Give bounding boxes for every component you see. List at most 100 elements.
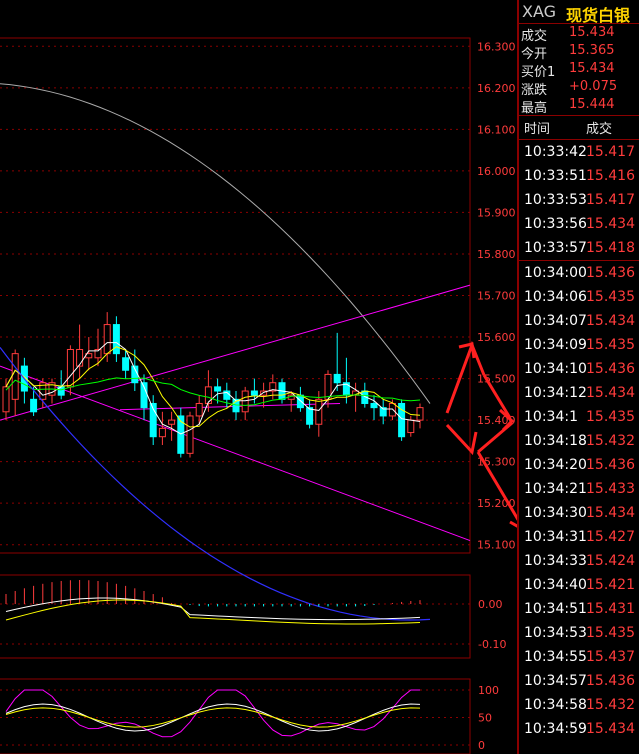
candle-body	[370, 402, 378, 409]
kline-chart[interactable]: 16.300 16.200 16.100 16.000 15.900 15.800 15.7…	[0, 0, 519, 754]
quote-label: 买价1	[521, 65, 556, 80]
tick-row[interactable]: 10:34:40 15.421	[519, 574, 639, 598]
header-divider	[519, 23, 639, 24]
tick-time: 10:34:55	[524, 649, 587, 665]
candle-body	[2, 386, 10, 413]
tick-time: 10:34:1	[524, 409, 578, 425]
quote-row: 涨跌 +0.075	[519, 79, 639, 98]
quote-label: 涨跌	[521, 83, 548, 98]
tick-row[interactable]: 10:34:58 15.432	[519, 694, 639, 718]
tick-row[interactable]: 10:34:51 15.431	[519, 598, 639, 622]
tick-price: 15.432	[586, 433, 635, 449]
tick-time: 10:33:51	[524, 168, 587, 184]
candle-body	[30, 398, 38, 413]
tick-price: 15.424	[586, 553, 635, 569]
tick-row[interactable]: 10:34:33 15.424	[519, 550, 639, 574]
quote-value: 15.434	[569, 61, 615, 76]
tick-price: 15.418	[586, 240, 635, 256]
tick-price: 15.416	[586, 168, 635, 184]
tick-row[interactable]: 10:34:59 15.434	[519, 718, 639, 742]
macd-dif-line	[5, 597, 421, 621]
osc-axis-label: 50	[478, 712, 492, 725]
tick-time: 10:34:30	[524, 505, 587, 521]
tick-time: 10:34:18	[524, 433, 587, 449]
tick-row[interactable]: 10:33:57 15.418	[519, 237, 639, 261]
candle-body	[168, 419, 176, 425]
candle-body	[103, 324, 111, 355]
tick-time: 10:34:40	[524, 577, 587, 593]
panel-divider	[517, 0, 519, 754]
tick-row[interactable]: 10:33:51 15.416	[519, 165, 639, 189]
tick-price: 15.435	[586, 337, 635, 353]
osc-d-line	[5, 707, 421, 728]
tick-row[interactable]: 10:34:31 15.427	[519, 526, 639, 550]
tick-price: 15.435	[586, 625, 635, 641]
tick-row[interactable]: 10:34:09 15.435	[519, 334, 639, 358]
price-axis-label: 16.000	[477, 165, 516, 178]
osc-axis-label: 100	[478, 684, 499, 697]
quote-value: +0.075	[569, 79, 618, 94]
tick-row[interactable]: 10:34:57 15.436	[519, 670, 639, 694]
candle-body	[241, 390, 249, 413]
tick-time: 10:34:00	[524, 265, 587, 281]
tick-row[interactable]: 10:34:18 15.432	[519, 430, 639, 454]
tick-price: 15.436	[586, 673, 635, 689]
quote-row: 成交 15.434	[519, 25, 639, 44]
tick-price: 15.436	[586, 457, 635, 473]
quote-value: 15.434	[569, 25, 615, 40]
tick-row[interactable]: 10:34:12 15.434	[519, 382, 639, 406]
tick-row[interactable]: 10:34:20 15.436	[519, 454, 639, 478]
tick-row[interactable]: 10:34:53 15.435	[519, 622, 639, 646]
tick-time: 10:34:31	[524, 529, 587, 545]
tick-row[interactable]: 10:34:07 15.434	[519, 310, 639, 334]
tick-time: 10:33:56	[524, 216, 587, 232]
macd-axis-label: 0.00	[478, 598, 503, 611]
tick-time: 10:34:06	[524, 289, 587, 305]
tick-price: 15.436	[586, 265, 635, 281]
tick-price: 15.434	[586, 216, 635, 232]
tick-row[interactable]: 10:34:21 15.433	[519, 478, 639, 502]
tick-time: 10:34:12	[524, 385, 587, 401]
tick-price: 15.434	[586, 313, 635, 329]
candle-body	[158, 427, 166, 438]
candle-body	[195, 402, 203, 417]
minute-divider	[519, 260, 639, 261]
price-axis-label: 15.700	[477, 290, 516, 303]
tick-row[interactable]: 10:33:53 15.417	[519, 189, 639, 213]
tick-row[interactable]: 10:34:10 15.436	[519, 358, 639, 382]
osc-k-line	[5, 703, 421, 732]
tick-time: 10:34:51	[524, 601, 587, 617]
tick-row[interactable]: 10:34:00 15.436	[519, 262, 639, 286]
tick-time: 10:33:53	[524, 192, 587, 208]
tick-header-time: 时间	[524, 122, 551, 137]
long-ma-line	[0, 83, 431, 404]
candle-body	[296, 394, 304, 409]
candle-body	[416, 407, 424, 421]
tick-time: 10:34:09	[524, 337, 587, 353]
tick-row[interactable]: 10:33:42 15.417	[519, 141, 639, 165]
tick-row[interactable]: 10:34:06 15.435	[519, 286, 639, 310]
price-axis-label: 16.300	[477, 40, 516, 53]
tick-row[interactable]: 10:34:55 15.437	[519, 646, 639, 670]
quote-header: XAG 现货白银	[519, 0, 639, 25]
tick-row[interactable]: 10:34:30 15.434	[519, 502, 639, 526]
tick-row[interactable]: 10:33:56 15.434	[519, 213, 639, 237]
price-axis-label: 15.900	[477, 206, 516, 219]
tick-price: 15.417	[586, 192, 635, 208]
tick-time: 10:34:57	[524, 673, 587, 689]
candle-body	[76, 348, 84, 367]
tick-price: 15.417	[586, 144, 635, 160]
tick-time: 10:33:57	[524, 240, 587, 256]
tick-header-price: 成交	[586, 122, 613, 137]
candle-body	[204, 386, 212, 404]
tick-price: 15.435	[586, 409, 635, 425]
arrow-down-left	[445, 423, 478, 456]
macd-dea-line	[5, 599, 421, 625]
osc-axis-label: 0	[478, 739, 485, 752]
price-axis-label: 16.200	[477, 82, 516, 95]
tick-price: 15.433	[586, 481, 635, 497]
tick-row[interactable]: 10:34:1 15.435	[519, 406, 639, 430]
tick-time: 10:33:42	[524, 144, 587, 160]
price-axis-label: 16.100	[477, 123, 516, 136]
tick-time: 10:34:21	[524, 481, 587, 497]
